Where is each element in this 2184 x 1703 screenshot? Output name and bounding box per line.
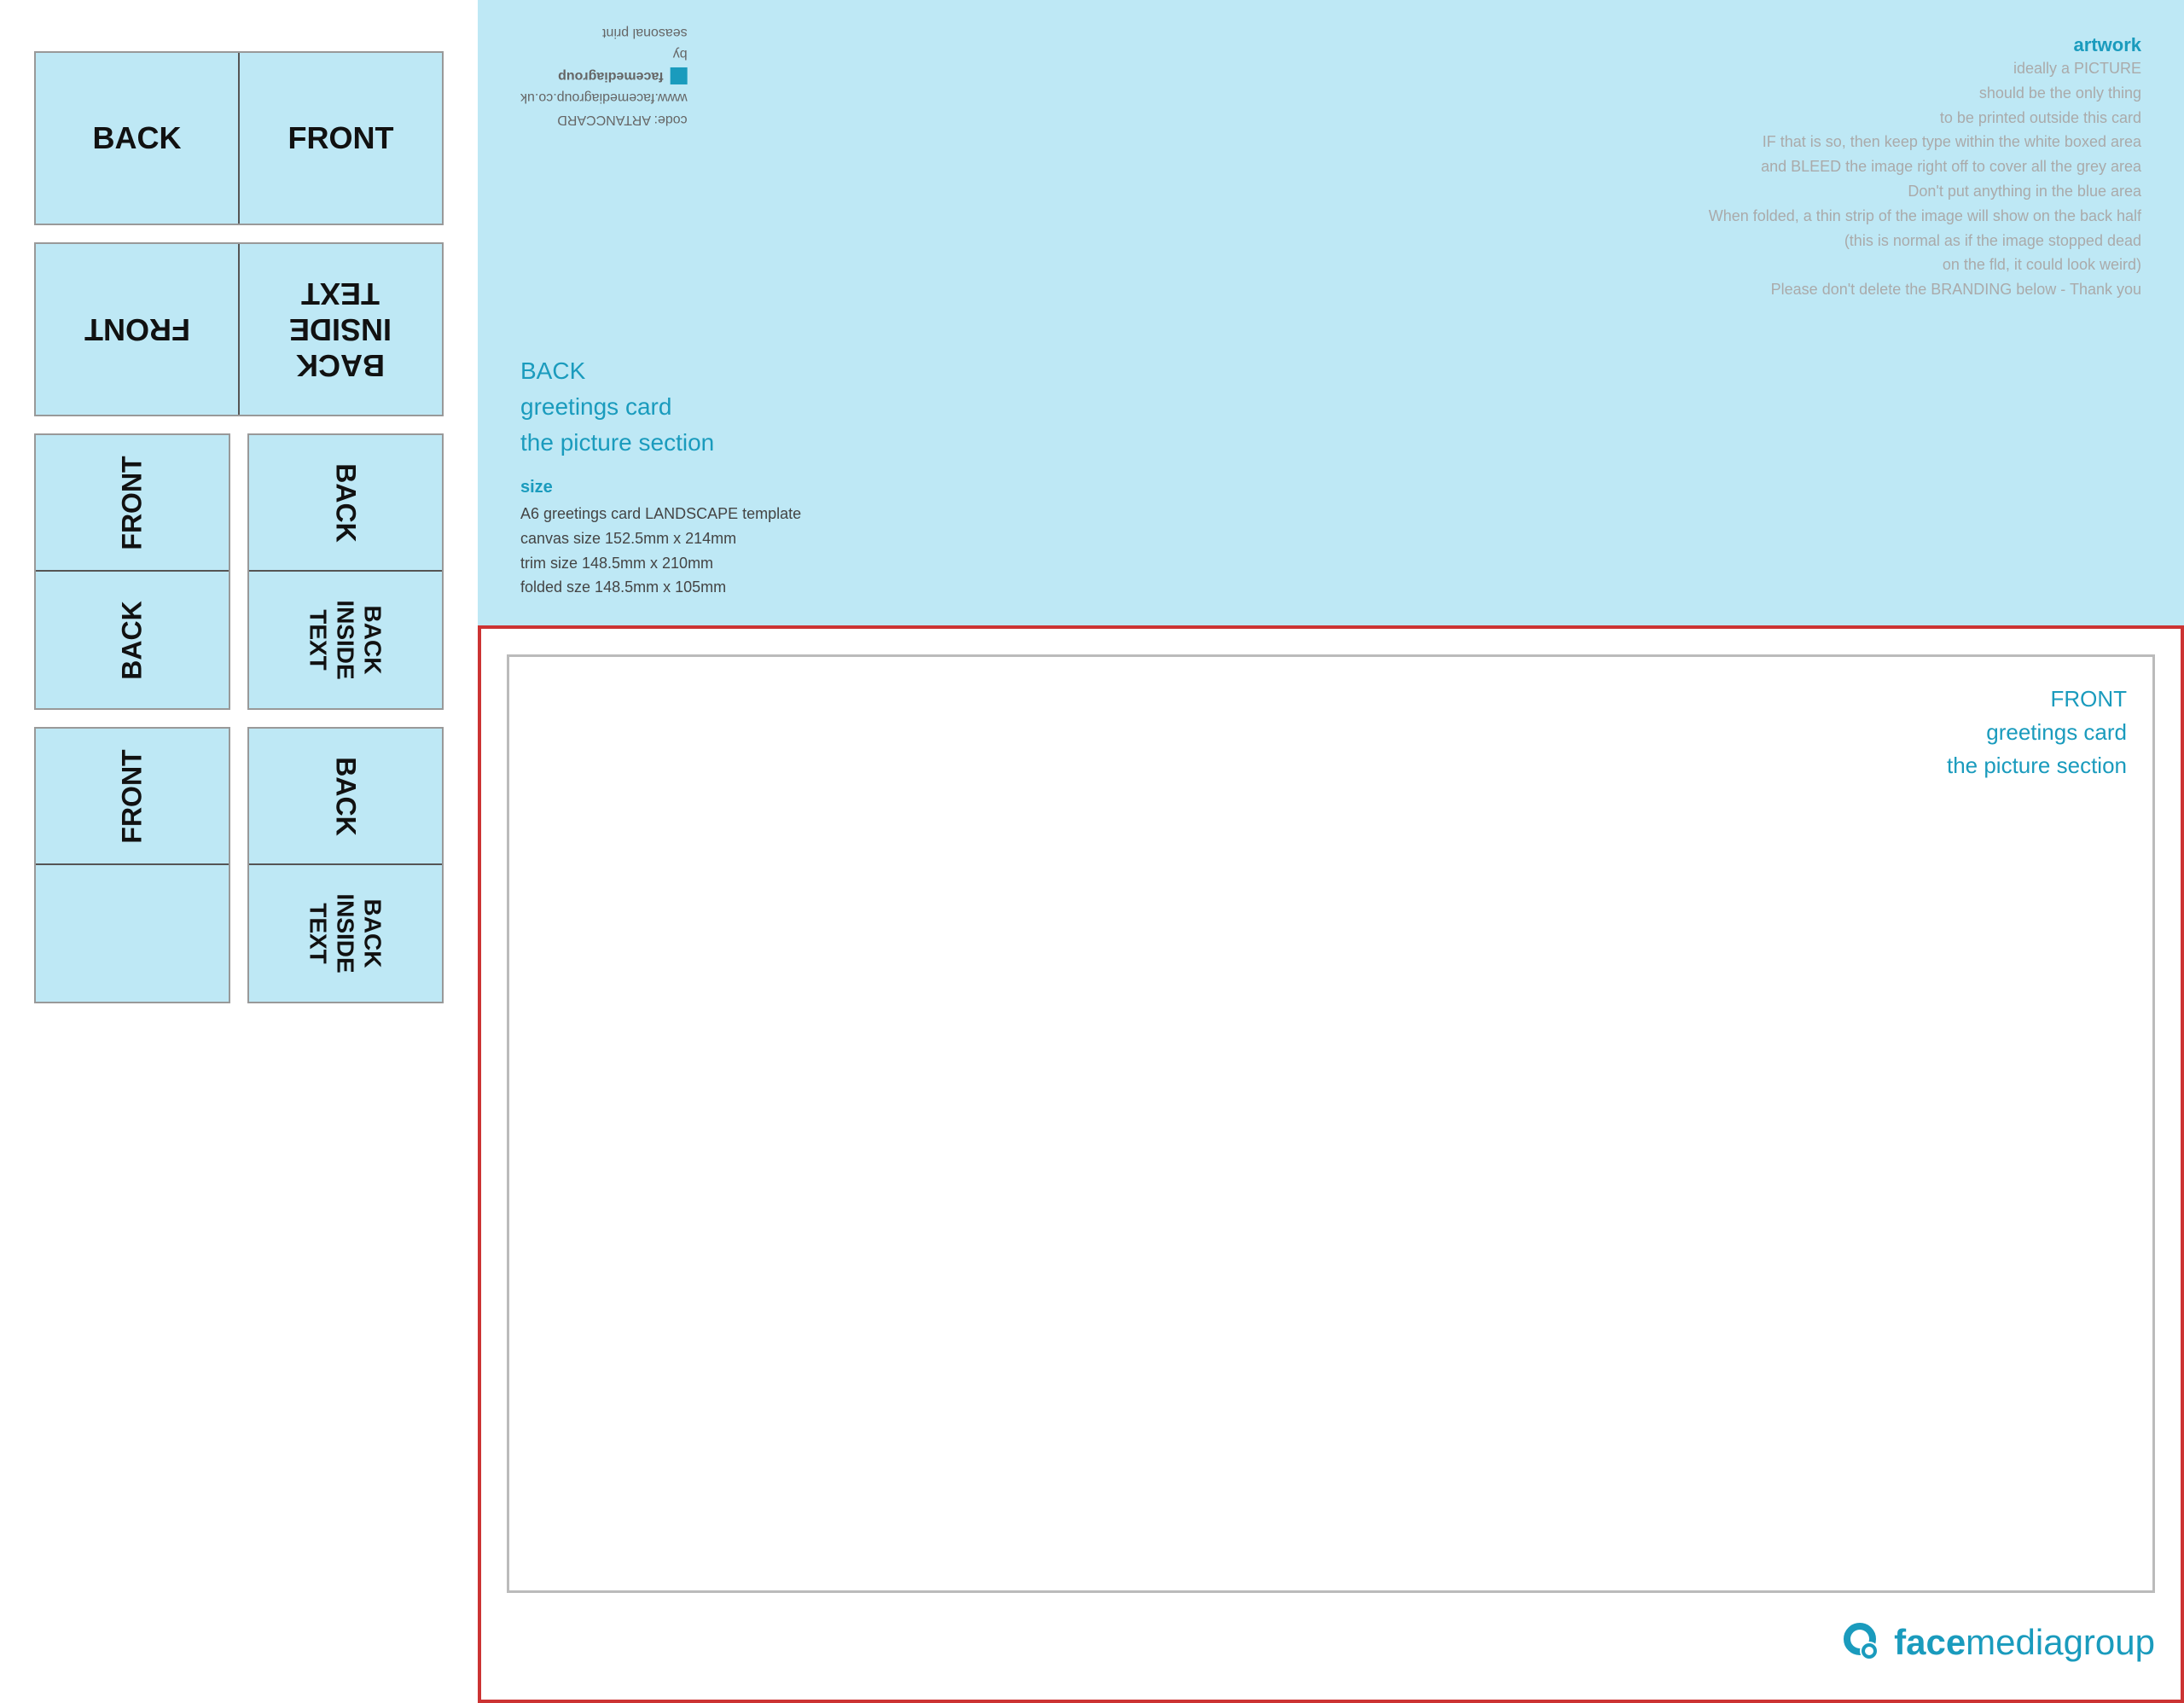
front-v-label: FRONT	[116, 456, 148, 549]
artwork-line8: (this is normal as if the image stopped …	[520, 229, 2141, 253]
artwork-line1: ideally a PICTURE	[520, 56, 2141, 81]
brand-logo	[1837, 1619, 1884, 1665]
front-label-section: FRONT greetings card the picture section	[1947, 683, 2127, 782]
size-section: size A6 greetings card LANDSCAPE templat…	[520, 478, 2141, 600]
artwork-title: artwork	[520, 34, 2141, 56]
size-title: size	[520, 478, 2141, 497]
artwork-line6: Don't put anything in the blue area	[520, 179, 2141, 204]
card-v-front: FRONT	[36, 435, 229, 572]
header-line3: facemediagroup	[558, 65, 664, 87]
brand-logo-svg	[1837, 1619, 1884, 1665]
upside-down-header: code: ARTANCCARD www.facemediagroup.co.u…	[520, 21, 688, 131]
artwork-line2: should be the only thing	[520, 81, 2141, 106]
size-line2: canvas size 152.5mm x 214mm	[520, 526, 2141, 551]
card-diagram-3-right: BACK BACK INSIDE TEXT	[247, 433, 444, 710]
front-label-1: FRONT	[288, 120, 394, 156]
back-4-label: BACK	[330, 757, 362, 835]
small-logo	[671, 67, 688, 84]
header-line3-row: facemediagroup	[520, 65, 688, 87]
front-text-line1: FRONT	[1947, 683, 2127, 716]
size-line3: trim size 148.5mm x 210mm	[520, 551, 2141, 576]
back-label-2-line1: BACK	[289, 347, 392, 383]
artwork-line3: to be printed outside this card	[520, 106, 2141, 131]
card-v-back: BACK	[36, 572, 229, 708]
back-inside-4-label: BACK INSIDE TEXT	[305, 893, 386, 973]
right-panel: code: ARTANCCARD www.facemediagroup.co.u…	[478, 0, 2184, 1703]
artwork-line4: IF that is so, then keep type within the…	[520, 130, 2141, 154]
card-half-back-2: BACK INSIDE TEXT	[240, 244, 442, 415]
card-diagrams-row-2: FRONT BACK BACK INSIDE TEXT	[34, 727, 444, 1003]
bottom-section: FRONT greetings card the picture section	[478, 625, 2184, 1703]
back-section-line3: the picture section	[520, 425, 2141, 461]
artwork-line10: Please don't delete the BRANDING below -…	[520, 277, 2141, 302]
branding-footer: facemediagroup	[507, 1610, 2155, 1674]
brand-bold: face	[1894, 1622, 1966, 1662]
artwork-instructions: artwork ideally a PICTURE should be the …	[520, 26, 2141, 302]
card-4-back: BACK	[249, 729, 442, 865]
front-4-label: FRONT	[116, 749, 148, 843]
back-v-right-label: BACK	[330, 463, 362, 542]
card-half-front-2: FRONT	[36, 244, 240, 415]
card-half-back-1: BACK	[36, 53, 240, 224]
card-4-backtext: BACK INSIDE TEXT	[249, 865, 442, 1002]
brand-name: facemediagroup	[1894, 1622, 2155, 1663]
card-half-front-1: FRONT	[240, 53, 442, 224]
header-line2: www.facemediagroup.co.uk	[520, 87, 688, 109]
card-diagram-2: FRONT BACK INSIDE TEXT	[34, 242, 444, 416]
card-diagram-1: BACK FRONT	[34, 51, 444, 225]
back-inside-label: BACK INSIDE TEXT	[305, 600, 386, 679]
card-diagram-4-right: BACK BACK INSIDE TEXT	[247, 727, 444, 1003]
artwork-line5: and BLEED the image right off to cover a…	[520, 154, 2141, 179]
front-label-2: FRONT	[84, 311, 190, 347]
header-line4: by	[520, 44, 688, 66]
card-diagrams-row: FRONT BACK BACK BACK INSIDE TEXT	[34, 433, 444, 710]
brand-suffix: group	[2064, 1622, 2155, 1662]
card-diagram-3-left: FRONT BACK	[34, 433, 230, 710]
front-inner-box: FRONT greetings card the picture section	[507, 654, 2155, 1593]
header-line1: code: ARTANCCARD	[520, 108, 688, 131]
front-text-line3: the picture section	[1947, 749, 2127, 782]
artwork-line9: on the fld, it could look weird)	[520, 253, 2141, 277]
top-section: code: ARTANCCARD www.facemediagroup.co.u…	[478, 0, 2184, 625]
back-greetings-section: BACK greetings card the picture section	[520, 353, 2141, 461]
size-line1: A6 greetings card LANDSCAPE template	[520, 502, 2141, 526]
brand-container: facemediagroup	[1837, 1619, 2155, 1665]
front-text-line2: greetings card	[1947, 716, 2127, 749]
left-panel: BACK FRONT FRONT BACK INSIDE TEXT FRONT …	[0, 0, 478, 1703]
card-diagram-4-left: FRONT	[34, 727, 230, 1003]
brand-regular: media	[1966, 1622, 2063, 1662]
back-section-line2: greetings card	[520, 389, 2141, 425]
artwork-line7: When folded, a thin strip of the image w…	[520, 204, 2141, 229]
size-line4: folded sze 148.5mm x 105mm	[520, 575, 2141, 600]
back-label-1: BACK	[93, 120, 182, 156]
back-label-2-line3: TEXT	[289, 276, 392, 311]
card-v-back-right: BACK	[249, 435, 442, 572]
back-section-line1: BACK	[520, 353, 2141, 389]
card-4-empty	[36, 865, 229, 1002]
card-v-backtext-right: BACK INSIDE TEXT	[249, 572, 442, 708]
header-line5: seasonal print	[520, 21, 688, 44]
back-label-2-line2: INSIDE	[289, 311, 392, 347]
card-4-front: FRONT	[36, 729, 229, 865]
back-v-label: BACK	[117, 601, 148, 679]
